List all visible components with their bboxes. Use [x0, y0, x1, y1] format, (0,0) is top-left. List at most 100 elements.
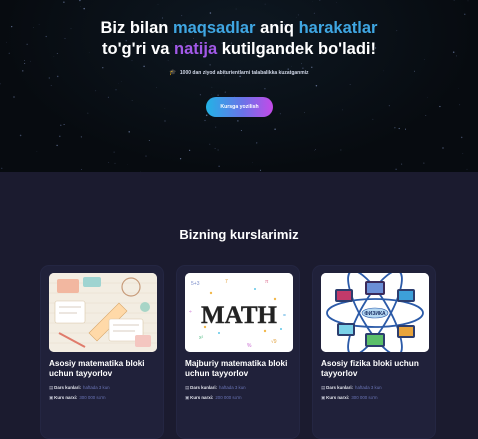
star-dot: [462, 153, 464, 155]
star-dot: [279, 113, 281, 115]
money-icon: ▣: [321, 395, 326, 400]
course-price: ▣Kurs narxi: 200 000 so'm: [185, 395, 242, 400]
star-dot: [313, 149, 315, 151]
star-dot: [372, 118, 374, 120]
graduation-cap-icon: 🎓: [169, 70, 177, 76]
course-price: ▣Kurs narxi: 300 000 so'm: [321, 395, 378, 400]
star-dot: [252, 161, 253, 163]
star-dot: [264, 3, 266, 5]
star-dot: [164, 108, 166, 109]
star-dot: [240, 129, 242, 132]
calendar-icon: ▤: [185, 385, 190, 390]
star-dot: [340, 149, 342, 151]
star-dot: [63, 123, 65, 126]
star-dot: [115, 89, 117, 91]
hero-title: Biz bilan maqsadlar aniq harakatlar to'g…: [100, 19, 378, 58]
star-dot: [13, 96, 15, 98]
star-dot: [342, 109, 344, 111]
svg-text:5+3: 5+3: [191, 281, 200, 287]
star-dot: [30, 60, 31, 62]
star-dot: [235, 8, 237, 10]
star-dot: [395, 168, 397, 170]
enroll-button[interactable]: Kursga yozilish: [206, 97, 273, 117]
hero-subtitle: 🎓 1000 dan ziyod abiturientlarni talabali…: [169, 70, 309, 76]
svg-text:7: 7: [225, 279, 228, 285]
star-dot: [214, 148, 216, 150]
star-dot: [1, 167, 3, 169]
star-dot: [114, 162, 116, 164]
star-dot: [315, 149, 316, 150]
star-dot: [464, 13, 466, 15]
star-dot: [128, 131, 130, 133]
star-dot: [167, 59, 169, 61]
course-schedule: ▤Dars kunlari: haftada 3 kun: [49, 385, 110, 390]
course-title: Asosiy fizika bloki uchun tayyorlov: [321, 359, 419, 378]
star-dot: [95, 90, 97, 92]
star-dot: [143, 65, 145, 68]
star-dot: [398, 127, 400, 130]
course-title: Majburiy matematika bloki uchun tayyorlo…: [185, 359, 288, 378]
star-dot: [209, 143, 211, 145]
star-dot: [401, 163, 403, 165]
star-dot: [336, 2, 338, 3]
star-dot: [205, 114, 208, 117]
star-dot: [83, 7, 85, 10]
svg-text:%: %: [247, 343, 252, 349]
star-dot: [59, 135, 61, 138]
star-dot: [63, 1, 65, 3]
star-dot: [204, 119, 206, 122]
star-dot: [319, 0, 321, 1]
star-dot: [453, 0, 455, 1]
star-dot: [442, 147, 444, 149]
star-dot: [304, 112, 305, 113]
course-card[interactable]: 5+3 π x² √9 ÷ = 7% MATH Majburiy matematika…: [176, 265, 300, 439]
hero-section: Biz bilan maqsadlar aniq harakatlar to'g…: [0, 0, 478, 172]
star-dot: [80, 136, 82, 138]
star-dot: [224, 91, 226, 93]
star-dot: [460, 136, 463, 139]
star-dot: [237, 120, 239, 122]
course-card[interactable]: ФИЗИКА Asosiy fizika bloki uchun tayyorl…: [312, 265, 436, 439]
star-dot: [120, 81, 122, 82]
svg-text:ФИЗИКА: ФИЗИКА: [364, 311, 386, 317]
star-dot: [439, 105, 441, 108]
star-dot: [255, 142, 258, 144]
star-dot: [50, 84, 52, 86]
course-schedule: ▤Dars kunlari: haftada 3 kun: [185, 385, 246, 390]
star-dot: [209, 64, 211, 66]
star-dot: [87, 112, 89, 114]
star-dot: [19, 134, 22, 137]
star-dot: [131, 100, 133, 101]
star-dot: [349, 84, 351, 85]
star-dot: [394, 127, 396, 129]
svg-text:=: =: [283, 313, 286, 319]
star-dot: [297, 14, 299, 16]
star-dot: [467, 0, 469, 2]
star-dot: [466, 168, 468, 170]
course-card[interactable]: Asosiy matematika bloki uchun tayyorlov …: [40, 265, 164, 439]
math-word-illustration: 5+3 π x² √9 ÷ = 7% MATH: [185, 273, 293, 352]
star-dot: [113, 151, 115, 153]
star-dot: [80, 6, 81, 7]
course-price: ▣Kurs narxi: 300 000 so'm: [49, 395, 106, 400]
star-dot: [264, 88, 266, 90]
svg-text:MATH: MATH: [201, 302, 277, 329]
star-dot: [56, 144, 58, 147]
svg-text:√9: √9: [271, 338, 277, 345]
star-dot: [48, 77, 50, 79]
math-sketch-illustration: [49, 273, 157, 352]
star-dot: [108, 162, 110, 163]
money-icon: ▣: [185, 395, 190, 400]
star-dot: [315, 85, 318, 87]
star-dot: [145, 155, 147, 157]
star-dot: [179, 158, 182, 160]
star-dot: [164, 120, 166, 122]
star-dot: [156, 87, 157, 89]
star-dot: [188, 149, 191, 152]
svg-text:π: π: [265, 279, 269, 285]
star-dot: [423, 162, 425, 164]
star-dot: [211, 86, 213, 88]
star-dot: [388, 105, 390, 107]
star-dot: [199, 94, 201, 96]
star-dot: [60, 124, 62, 127]
